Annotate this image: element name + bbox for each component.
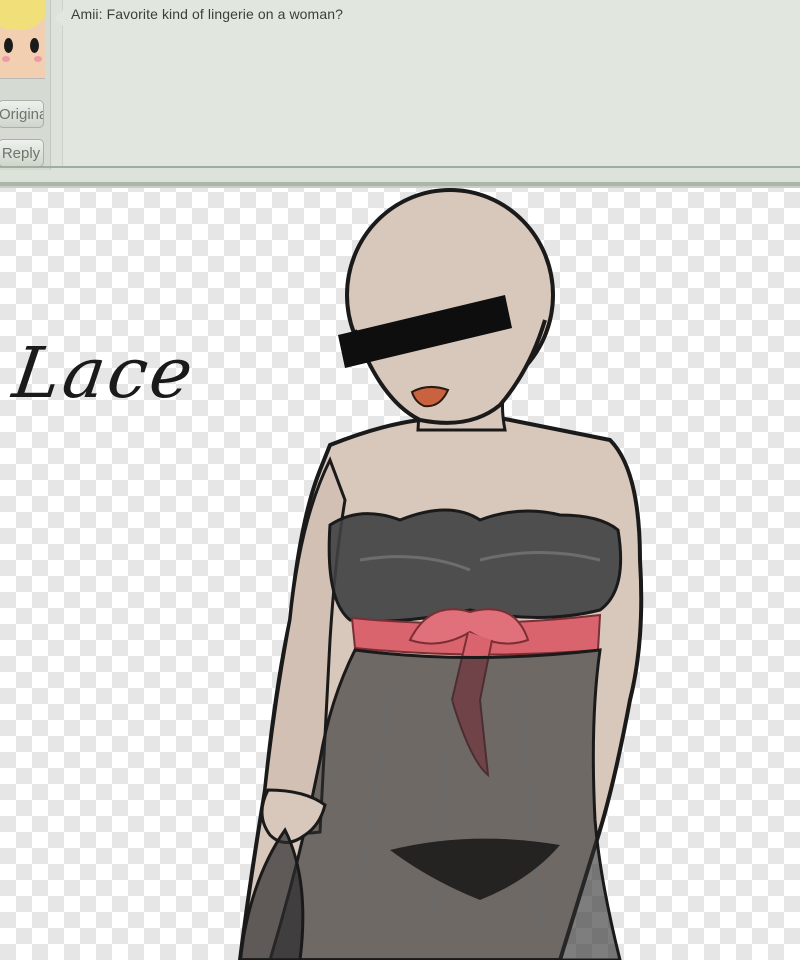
artwork-figure-illustration <box>237 188 644 960</box>
